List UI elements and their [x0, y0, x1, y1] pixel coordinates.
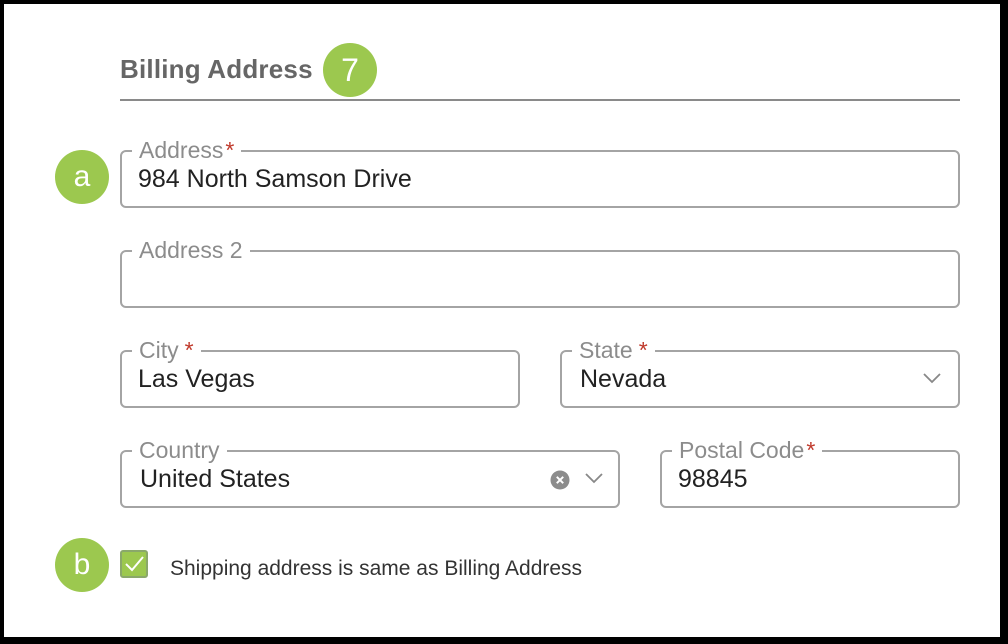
chevron-down-icon[interactable]: [922, 368, 942, 388]
city-field[interactable]: City * Las Vegas: [120, 336, 520, 408]
country-label: Country: [132, 436, 227, 464]
section-divider: [120, 99, 960, 101]
state-label: State *: [572, 336, 655, 364]
state-value: Nevada: [580, 365, 667, 393]
section-title: Billing Address: [120, 54, 313, 84]
state-select[interactable]: State * Nevada: [560, 336, 960, 408]
shipping-same-label[interactable]: Shipping address is same as Billing Addr…: [170, 557, 582, 581]
country-select[interactable]: Country United States: [120, 436, 620, 508]
postal-code-field[interactable]: Postal Code* 98845: [660, 436, 960, 508]
city-label: City *: [132, 336, 201, 364]
annotation-badge-a: a: [55, 150, 109, 204]
shipping-same-checkbox[interactable]: [120, 550, 148, 578]
required-mark: *: [638, 337, 648, 363]
country-value: United States: [140, 465, 291, 493]
required-mark: *: [225, 137, 235, 163]
address-value: 984 North Samson Drive: [138, 165, 412, 193]
city-value: Las Vegas: [138, 365, 255, 393]
checkmark-icon: [125, 556, 144, 572]
required-mark: *: [806, 437, 816, 463]
address2-label: Address 2: [132, 236, 250, 264]
annotation-badge-b: b: [55, 538, 109, 592]
postal-code-value: 98845: [678, 465, 748, 493]
postal-code-label: Postal Code*: [672, 436, 823, 464]
address2-field[interactable]: Address 2: [120, 236, 960, 308]
billing-address-panel: Billing Address 7 a Address* 984 North S…: [4, 4, 1000, 637]
address-field[interactable]: Address* 984 North Samson Drive: [120, 136, 960, 208]
step-badge: 7: [323, 43, 377, 97]
clear-icon[interactable]: [550, 470, 570, 490]
required-mark: *: [184, 337, 194, 363]
chevron-down-icon[interactable]: [584, 468, 604, 488]
address-label: Address*: [132, 136, 242, 164]
